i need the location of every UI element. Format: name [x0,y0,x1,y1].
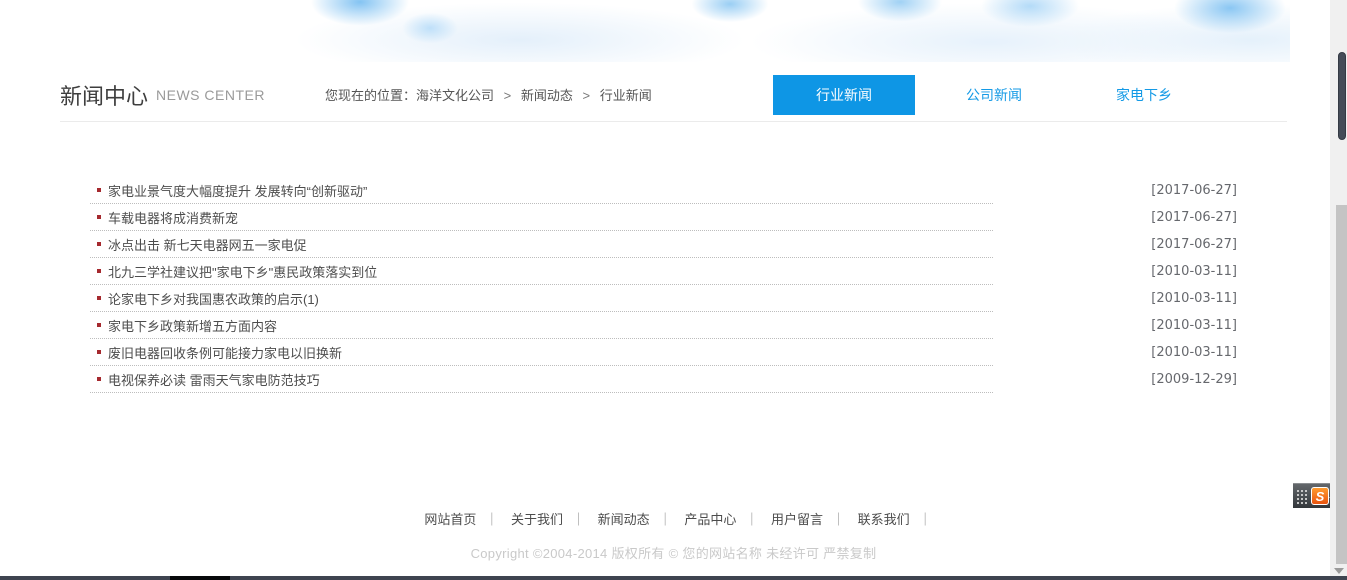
news-link[interactable]: 论家电下乡对我国惠农政策的启示(1) [108,289,319,308]
scrollbar-thumb[interactable] [1338,52,1346,140]
news-date: [2010-03-11] [1151,318,1237,333]
footer-link-products[interactable]: 产品中心 [684,512,736,527]
scrollbar-thumb-secondary[interactable] [1336,205,1347,564]
news-row: 冰点出击 新七天电器网五一家电促 [2017-06-27] [90,231,1287,258]
news-link[interactable]: 冰点出击 新七天电器网五一家电促 [108,235,307,254]
taskbar-edge [0,576,1347,580]
page-footer: 网站首页 ｜ 关于我们 ｜ 新闻动态 ｜ 产品中心 ｜ 用户留言 ｜ 联系我们 ｜ Copy… [60,509,1287,562]
page-title: 新闻中心 [60,79,148,111]
news-date: [2010-03-11] [1151,264,1237,279]
footer-link-contact[interactable]: 联系我们 [858,512,910,527]
footer-separator: ｜ [485,512,498,527]
breadcrumb-prefix: 您现在的位置： [325,88,416,103]
news-date: [2010-03-11] [1151,291,1237,306]
footer-separator: ｜ [659,512,672,527]
scrollbar-track[interactable] [1330,0,1347,580]
news-date: [2017-06-27] [1151,210,1237,225]
bullet-icon [97,377,101,381]
footer-separator: ｜ [572,512,585,527]
main-content: 新闻中心 NEWS CENTER 您现在的位置：海洋文化公司 > 新闻动态 > … [60,68,1287,562]
news-row: 家电业景气度大幅度提升 发展转向“创新驱动” [2017-06-27] [90,177,1287,204]
bullet-icon [97,323,101,327]
footer-separator: ｜ [745,512,758,527]
taskbar-edge-dark-segment [170,576,230,580]
bullet-icon [97,269,101,273]
tab-industry-news[interactable]: 行业新闻 [773,75,915,115]
footer-link-about[interactable]: 关于我们 [511,512,563,527]
news-link[interactable]: 废旧电器回收条例可能接力家电以旧换新 [108,343,342,362]
news-list: 家电业景气度大幅度提升 发展转向“创新驱动” [2017-06-27] 车载电器… [90,177,1287,393]
breadcrumb: 您现在的位置：海洋文化公司 > 新闻动态 > 行业新闻 [325,85,652,104]
drag-handle-dots-icon[interactable] [1296,489,1308,504]
news-date: [2017-06-27] [1151,237,1237,252]
bullet-icon [97,242,101,246]
breadcrumb-item-industry-news[interactable]: 行业新闻 [600,88,652,103]
footer-link-news[interactable]: 新闻动态 [598,512,650,527]
breadcrumb-item-company[interactable]: 海洋文化公司 [416,88,494,103]
bullet-icon [97,188,101,192]
news-link[interactable]: 家电业景气度大幅度提升 发展转向“创新驱动” [108,181,367,200]
tab-appliances-countryside[interactable]: 家电下乡 [1073,75,1215,115]
news-row: 北九三学社建议把"家电下乡"惠民政策落实到位 [2010-03-11] [90,258,1287,285]
bullet-icon [97,296,101,300]
news-row: 电视保养必读 雷雨天气家电防范技巧 [2009-12-29] [90,366,1287,393]
tab-company-news[interactable]: 公司新闻 [923,75,1065,115]
footer-link-message[interactable]: 用户留言 [771,512,823,527]
cloud-banner-image [170,0,1290,62]
news-link[interactable]: 电视保养必读 雷雨天气家电防范技巧 [108,370,320,389]
bullet-icon [97,350,101,354]
news-category-tabs: 行业新闻 公司新闻 家电下乡 [765,75,1215,115]
news-row: 车载电器将成消费新宠 [2017-06-27] [90,204,1287,231]
footer-separator: ｜ [919,512,932,527]
news-link[interactable]: 车载电器将成消费新宠 [108,208,238,227]
news-date: [2009-12-29] [1151,372,1237,387]
copyright-text: Copyright ©2004-2014 版权所有 © 您的网站名称 未经许可 … [60,543,1287,562]
footer-separator: ｜ [832,512,845,527]
sogou-ime-icon[interactable]: S [1311,487,1329,505]
breadcrumb-separator: > [582,88,590,103]
news-row: 论家电下乡对我国惠农政策的启示(1) [2010-03-11] [90,285,1287,312]
breadcrumb-item-news[interactable]: 新闻动态 [521,88,573,103]
news-date: [2017-06-27] [1151,183,1237,198]
bullet-icon [97,215,101,219]
news-link[interactable]: 家电下乡政策新增五方面内容 [108,316,277,335]
scroll-down-arrow-icon[interactable] [1334,568,1344,574]
section-header: 新闻中心 NEWS CENTER 您现在的位置：海洋文化公司 > 新闻动态 > … [60,68,1287,122]
breadcrumb-separator: > [504,88,512,103]
news-row: 废旧电器回收条例可能接力家电以旧换新 [2010-03-11] [90,339,1287,366]
footer-nav: 网站首页 ｜ 关于我们 ｜ 新闻动态 ｜ 产品中心 ｜ 用户留言 ｜ 联系我们 ｜ [60,509,1287,528]
news-date: [2010-03-11] [1151,345,1237,360]
page-subtitle: NEWS CENTER [156,87,265,103]
footer-link-home[interactable]: 网站首页 [424,512,476,527]
news-row: 家电下乡政策新增五方面内容 [2010-03-11] [90,312,1287,339]
news-link[interactable]: 北九三学社建议把"家电下乡"惠民政策落实到位 [108,262,377,281]
